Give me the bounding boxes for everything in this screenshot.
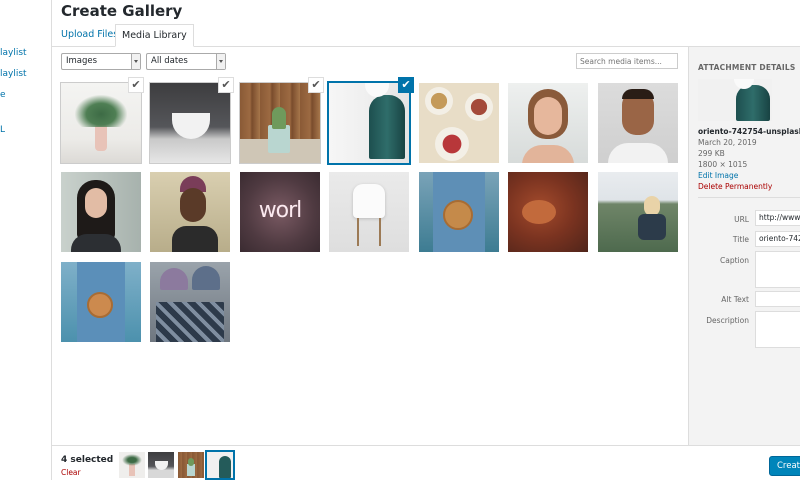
hair-shape [622, 89, 654, 99]
vase-shape [95, 125, 107, 151]
media-item-woman-laughing[interactable] [150, 172, 230, 252]
media-item-mountain-sitting[interactable] [598, 172, 678, 252]
media-item-woven-bag[interactable] [419, 172, 499, 252]
media-item-neon-world[interactable]: worl [240, 172, 320, 252]
selection-toolbar: 4 selected Clear Create [52, 445, 800, 480]
modal-title: Create Gallery [61, 2, 183, 20]
selected-thumb-vase-plant[interactable] [119, 452, 145, 478]
media-type-filter-value: Images [66, 56, 98, 66]
beanie-shape [192, 266, 220, 290]
round-bag-shape [443, 200, 473, 230]
modal-tabs: Upload Files Media Library [52, 24, 800, 47]
create-gallery-button[interactable]: Create [769, 456, 800, 476]
media-item-autumn-leaves[interactable] [508, 172, 588, 252]
clear-selection-link[interactable]: Clear [61, 468, 81, 477]
description-field[interactable] [755, 311, 800, 348]
media-item-white-chair[interactable] [329, 172, 409, 252]
sidebar-link-playlist[interactable]: laylist [0, 48, 27, 58]
blanket-shape [156, 302, 224, 342]
tab-media-library[interactable]: Media Library [115, 24, 194, 47]
selected-check-icon[interactable]: ✔ [128, 77, 144, 93]
face-shape [180, 188, 206, 222]
edit-image-link[interactable]: Edit Image [698, 171, 738, 180]
chevron-down-icon [216, 54, 225, 69]
bowl-shape [425, 87, 453, 115]
chair-legs-shape [357, 218, 381, 246]
face-shape [534, 97, 562, 135]
title-field[interactable]: oriento-742 [755, 231, 800, 247]
date-filter-value: All dates [151, 56, 188, 66]
media-item-vase-plant[interactable] [60, 82, 142, 164]
divider [698, 197, 800, 198]
chevron-down-icon [131, 54, 140, 69]
attachment-details-panel: ATTACHMENT DETAILS oriento-742754-unspla… [688, 47, 800, 445]
description-label: Description [706, 316, 749, 325]
caption-label: Caption [720, 256, 749, 265]
selected-thumb-oriento-vase[interactable] [205, 450, 235, 480]
selected-thumb-cactus-wood[interactable] [178, 452, 204, 478]
title-label: Title [732, 235, 749, 244]
media-item-woman-dark-hair[interactable] [61, 172, 141, 252]
bowl-shape [435, 127, 469, 161]
face-shape [85, 188, 107, 218]
media-item-beach-bag[interactable] [61, 262, 141, 342]
person-body-shape [638, 214, 666, 240]
leaves-shape [75, 95, 127, 127]
pot-shape [268, 125, 290, 153]
url-field[interactable]: http://www. [755, 210, 800, 226]
selected-count: 4 selected [61, 455, 114, 465]
media-item-cactus-wood[interactable] [239, 82, 321, 164]
media-item-oriento-vase[interactable] [327, 81, 411, 165]
media-modal: Create Gallery Upload Files Media Librar… [52, 0, 800, 480]
selected-check-icon[interactable]: ✔ [308, 77, 324, 93]
attachment-dimensions: 1800 × 1015 [698, 160, 748, 169]
media-type-filter[interactable]: Images [61, 53, 141, 70]
attachment-preview [698, 79, 772, 121]
search-media-input[interactable] [576, 53, 678, 69]
media-item-food-bowls[interactable] [419, 83, 499, 163]
delete-permanently-link[interactable]: Delete Permanently [698, 182, 772, 191]
chair-seat-shape [353, 184, 385, 218]
attachment-details-heading: ATTACHMENT DETAILS [698, 63, 796, 72]
attachment-filesize: 299 KB [698, 149, 725, 158]
sidebar-link-e[interactable]: e [0, 90, 6, 100]
tab-upload-files[interactable]: Upload Files [55, 24, 124, 47]
cactus-shape [272, 107, 286, 129]
sidebar-link-l[interactable]: L [0, 125, 5, 135]
round-bag-shape [87, 292, 113, 318]
admin-sidebar-edge: laylist laylist e L [0, 0, 52, 480]
alt-text-field[interactable] [755, 291, 800, 307]
attachment-filename: oriento-742754-unsplash.jpg [698, 127, 800, 136]
attachment-date: March 20, 2019 [698, 138, 757, 147]
sidebar-link-video-playlist[interactable]: laylist [0, 69, 27, 79]
url-label: URL [734, 215, 749, 224]
alt-text-label: Alt Text [721, 295, 749, 304]
neon-sign-graphic: worl [258, 198, 303, 223]
bowl-shape [465, 93, 493, 121]
date-filter[interactable]: All dates [146, 53, 226, 70]
media-item-white-bowls[interactable] [149, 82, 231, 164]
media-item-friends-hats[interactable] [150, 262, 230, 342]
selected-check-icon[interactable]: ✔ [218, 77, 234, 93]
media-item-man-smiling[interactable] [598, 83, 678, 163]
top-shape [71, 234, 121, 252]
selected-thumb-white-bowls[interactable] [148, 452, 174, 478]
caption-field[interactable] [755, 251, 800, 288]
leaf-shape [522, 200, 556, 224]
shirt-shape [608, 143, 668, 163]
teal-vase-shape [369, 95, 405, 159]
top-shape [172, 226, 218, 252]
media-item-woman-portrait[interactable] [508, 83, 588, 163]
beanie-shape [160, 268, 188, 290]
person-shape [644, 196, 660, 216]
selected-check-icon-active[interactable]: ✔ [398, 77, 414, 93]
